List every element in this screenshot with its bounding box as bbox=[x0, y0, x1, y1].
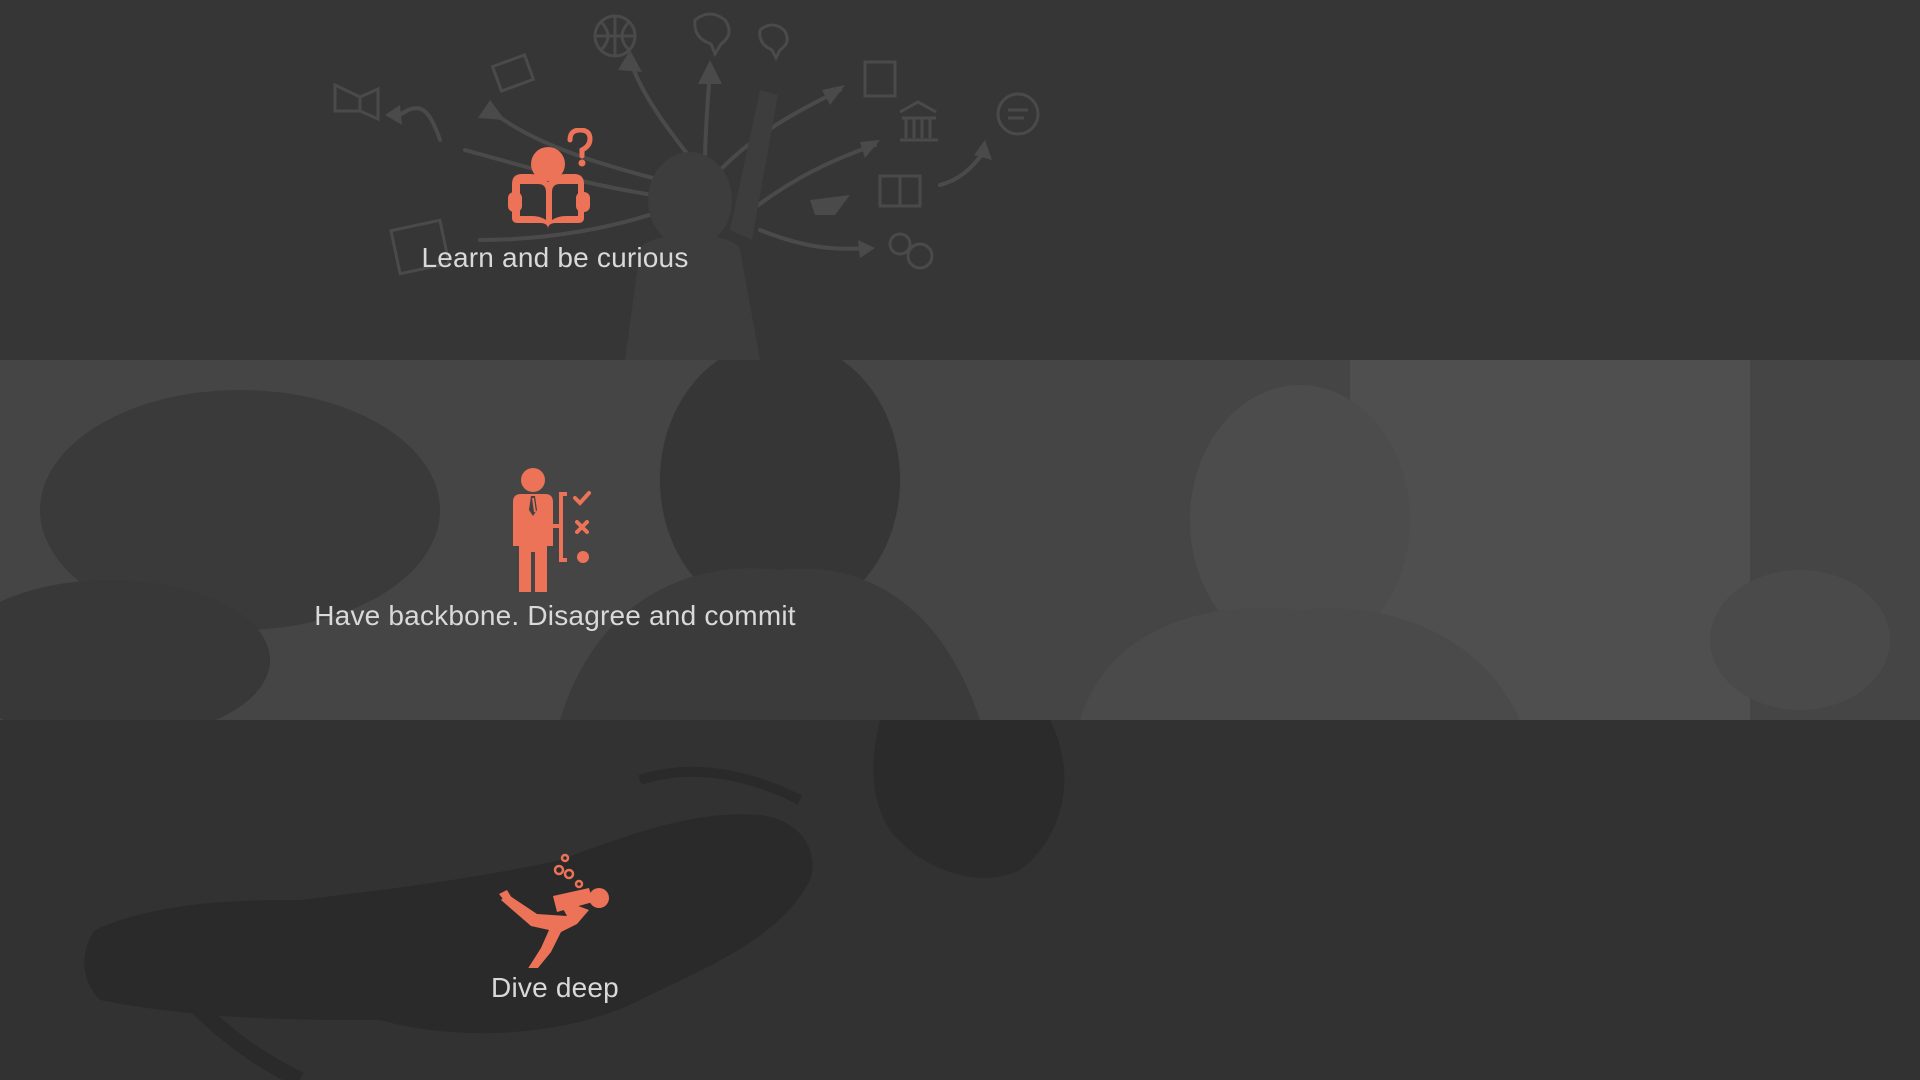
scuba-diver-icon bbox=[499, 853, 609, 968]
reader-question-icon bbox=[508, 128, 593, 229]
band-curiosity: Learn and be curious bbox=[0, 0, 1920, 360]
value-item-backbone: Have backbone. Disagree and commit bbox=[0, 466, 1110, 632]
value-item-dive: Dive deep bbox=[0, 852, 1110, 1004]
slide: Learn and be curious Have backbone. Disa… bbox=[0, 0, 1920, 1080]
value-label: Dive deep bbox=[491, 972, 619, 1003]
value-item-curious: Learn and be curious bbox=[0, 128, 1110, 274]
person-decision-icon bbox=[513, 468, 591, 592]
value-label: Have backbone. Disagree and commit bbox=[314, 600, 796, 631]
value-label: Learn and be curious bbox=[421, 242, 689, 273]
band-backbone: Have backbone. Disagree and commit bbox=[0, 360, 1920, 720]
band-dive: Dive deep bbox=[0, 720, 1920, 1080]
